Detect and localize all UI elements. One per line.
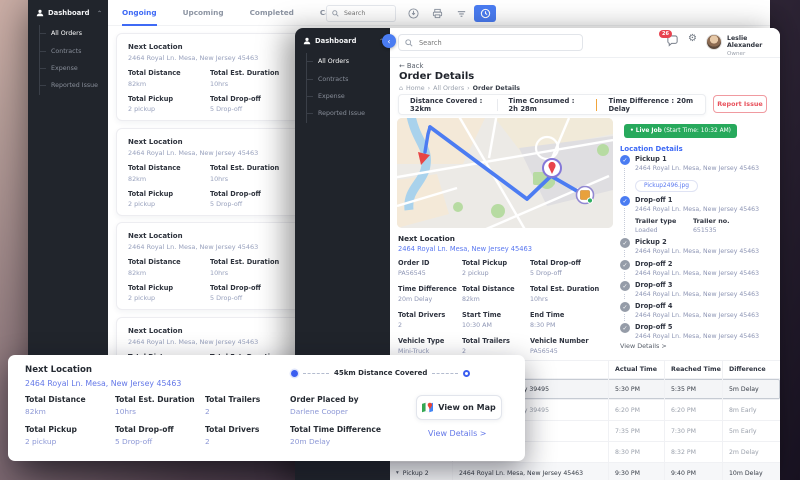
tab-completed[interactable]: Completed <box>250 0 294 26</box>
settings-gear-icon[interactable]: ⚙ <box>688 33 697 44</box>
sidebar-item-all-orders[interactable]: All Orders <box>307 53 390 70</box>
print-icon-button[interactable] <box>428 5 446 22</box>
live-dot: • <box>630 128 634 134</box>
timeline-view-details-link[interactable]: View Details > <box>620 342 667 350</box>
view-on-map-button[interactable]: View on Map <box>416 395 502 420</box>
overlay-info-grid: Total Distance82km Total Est. Duration10… <box>25 395 410 455</box>
back-link[interactable]: ← Back <box>399 62 423 70</box>
row-expander-icon[interactable]: ▾ <box>396 470 399 476</box>
location-details-title: Location Details <box>620 145 683 153</box>
sidebar-title: Dashboard <box>315 37 356 45</box>
user-avatar[interactable] <box>706 34 722 50</box>
breadcrumb-all-orders[interactable]: All Orders <box>433 85 464 92</box>
global-search-box[interactable] <box>398 34 583 51</box>
user-icon <box>303 37 311 45</box>
notification-count-badge: 26 <box>659 30 672 38</box>
sidebar-dashboard-header[interactable]: Dashboard ⌃ <box>295 28 390 53</box>
desktop-background: Dashboard ⌃ All Orders Contracts Expense… <box>0 0 800 480</box>
sidebar-item-contracts[interactable]: Contracts <box>40 42 108 59</box>
timeline-item-dropoff-2: ✓ Drop-off 2 2464 Royal Ln. Mesa, New Je… <box>620 260 772 277</box>
check-icon: ✓ <box>620 260 630 270</box>
live-job-badge: • Live Job (Start Time: 10:32 AM) <box>624 124 737 138</box>
chevron-left-icon: ‹ <box>387 37 390 46</box>
user-role: Owner <box>727 51 780 57</box>
sidebar-item-expense[interactable]: Expense <box>307 88 390 105</box>
table-row-pickup-2[interactable]: ▾ Pickup 2 2464 Royal Ln. Mesa, New Jers… <box>390 463 780 480</box>
chevron-up-icon: ⌃ <box>97 10 102 17</box>
next-location-address: 2464 Royal Ln. Mesa, New Jersey 45463 <box>398 245 614 253</box>
package-marker <box>577 187 594 204</box>
stat-time-consumed: Time Consumed : 2h 28m <box>497 97 596 113</box>
order-info-grid: Order IDPA56545 Total Pickup2 pickup Tot… <box>398 259 614 363</box>
page-title: Order Details <box>399 71 474 82</box>
sidebar-menu: All Orders Contracts Expense Reported Is… <box>39 25 108 95</box>
route-map[interactable] <box>397 118 613 228</box>
attachment-chip[interactable]: Pickup2496.jpg <box>635 180 698 192</box>
back-arrow-icon: ← <box>399 62 405 70</box>
sidebar-dashboard-header[interactable]: Dashboard ⌃ <box>28 0 108 25</box>
sidebar-item-expense[interactable]: Expense <box>40 60 108 77</box>
overlay-view-details-link[interactable]: View Details > <box>428 429 487 438</box>
home-icon: ⌂ <box>399 85 403 92</box>
stat-distance-covered: Distance Covered : 32km <box>399 97 497 113</box>
timeline-item-dropoff-3: ✓ Drop-off 3 2464 Royal Ln. Mesa, New Je… <box>620 281 772 298</box>
sync-icon-button[interactable] <box>474 5 496 22</box>
search-icon <box>332 10 339 17</box>
distance-progress: 45km Distance Covered <box>291 369 470 377</box>
check-icon: ✓ <box>620 281 630 291</box>
overlay-address: 2464 Royal Ln. Mesa, New Jersey 45463 <box>25 379 525 388</box>
user-icon <box>36 9 44 17</box>
sidebar-title: Dashboard <box>48 9 89 17</box>
timeline-item-dropoff-4: ✓ Drop-off 4 2464 Royal Ln. Mesa, New Je… <box>620 302 772 319</box>
sidebar-item-all-orders[interactable]: All Orders <box>40 25 108 42</box>
destination-pin-marker <box>543 159 561 177</box>
breadcrumb: ⌂ Home › All Orders › Order Details <box>399 85 520 92</box>
check-icon: ✓ <box>620 196 630 206</box>
sidebar-item-reported-issue[interactable]: Reported Issue <box>40 77 108 94</box>
tab-ongoing[interactable]: Ongoing <box>122 0 157 26</box>
check-icon: ✓ <box>620 155 630 165</box>
timeline-item-dropoff-5: ✓ Drop-off 5 2464 Royal Ln. Mesa, New Je… <box>620 323 772 340</box>
breadcrumb-home[interactable]: Home <box>406 85 425 92</box>
next-location-label: Next Location <box>398 234 455 243</box>
timeline-item-dropoff-1: ✓ Drop-off 1 2464 Royal Ln. Mesa, New Je… <box>620 196 772 234</box>
notifications-button[interactable]: 26 <box>666 35 682 51</box>
trip-stats-bar: Distance Covered : 32km Time Consumed : … <box>398 94 706 115</box>
timeline-item-pickup-1: ✓ Pickup 1 2464 Royal Ln. Mesa, New Jers… <box>620 155 772 192</box>
progress-label: 45km Distance Covered <box>334 369 427 377</box>
tab-upcoming[interactable]: Upcoming <box>183 0 224 26</box>
map-pin-icon <box>422 402 433 413</box>
details-topbar: 26 ⚙ Leslie Alexander Owner <box>390 28 780 58</box>
stat-time-difference: Time Difference : 20m Delay <box>597 97 705 113</box>
global-search-input[interactable] <box>417 38 576 48</box>
report-issue-button[interactable]: Report Issue <box>713 95 767 113</box>
sidebar-item-contracts[interactable]: Contracts <box>307 70 390 87</box>
next-location-overlay-card: Next Location 2464 Royal Ln. Mesa, New J… <box>8 355 525 461</box>
sidebar-collapse-button[interactable]: ‹ <box>382 34 396 48</box>
timeline-item-pickup-2: ✓ Pickup 2 2464 Royal Ln. Mesa, New Jers… <box>620 238 772 255</box>
search-icon <box>405 39 413 47</box>
download-icon-button[interactable] <box>404 5 422 22</box>
filter-icon-button[interactable] <box>452 5 470 22</box>
progress-start-dot <box>291 370 298 377</box>
check-icon: ✓ <box>620 302 630 312</box>
orders-search-input[interactable] <box>342 9 390 18</box>
orders-search-box[interactable] <box>326 5 396 22</box>
sidebar-item-reported-issue[interactable]: Reported Issue <box>307 105 390 122</box>
progress-end-ring <box>463 370 470 377</box>
check-icon: ✓ <box>620 238 630 248</box>
breadcrumb-current: Order Details <box>473 85 520 92</box>
user-info[interactable]: Leslie Alexander Owner <box>727 35 780 57</box>
user-name: Leslie Alexander <box>727 35 780 49</box>
check-icon: ✓ <box>620 323 630 333</box>
